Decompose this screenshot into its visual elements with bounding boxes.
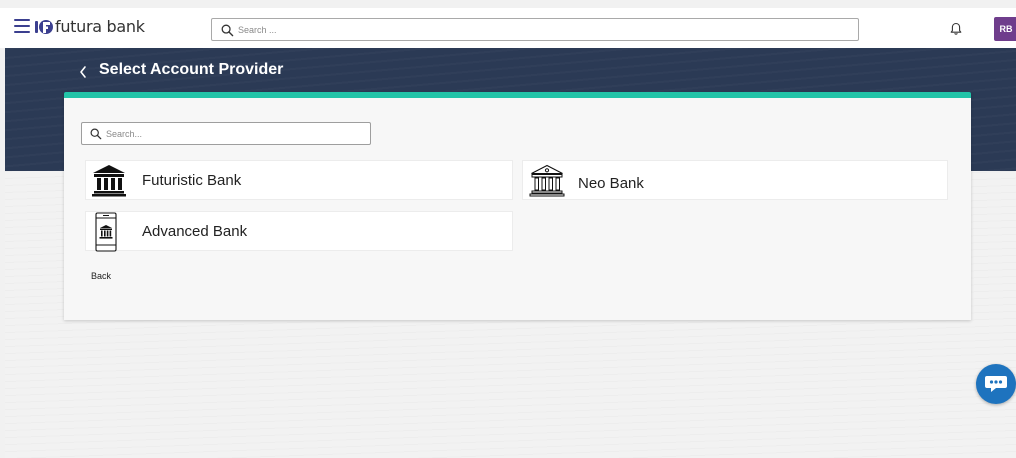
brand-name: futura bank xyxy=(55,17,145,36)
provider-label: Advanced Bank xyxy=(142,223,248,240)
hamburger-menu-icon[interactable] xyxy=(14,19,30,33)
search-icon xyxy=(90,128,102,140)
top-header: futura bank RB xyxy=(0,8,1016,48)
global-search[interactable] xyxy=(211,18,859,41)
provider-advanced-bank[interactable]: Advanced Bank xyxy=(85,211,513,252)
chat-assistant-button[interactable] xyxy=(976,364,1016,404)
chat-bubble-icon xyxy=(985,376,1007,392)
account-provider-card: Futuristic Bank Neo Bank xyxy=(64,92,971,320)
provider-neo-bank[interactable]: Neo Bank xyxy=(522,160,948,200)
back-button[interactable]: Back xyxy=(91,271,111,281)
mobile-bank-icon xyxy=(95,212,117,252)
global-search-input[interactable] xyxy=(238,21,838,38)
provider-label: Futuristic Bank xyxy=(142,172,242,189)
page-title: Select Account Provider xyxy=(99,61,284,78)
user-avatar[interactable]: RB xyxy=(994,17,1016,41)
back-chevron-icon[interactable] xyxy=(78,65,88,79)
bank-building-solid-icon xyxy=(92,165,126,197)
provider-search[interactable] xyxy=(81,122,371,145)
bank-building-outline-icon xyxy=(529,164,565,197)
futura-bank-logo-icon xyxy=(35,20,53,34)
provider-label: Neo Bank xyxy=(578,175,644,192)
notification-bell-icon[interactable] xyxy=(949,22,963,36)
provider-search-input[interactable] xyxy=(106,125,361,142)
provider-futuristic-bank[interactable]: Futuristic Bank xyxy=(85,160,513,200)
search-icon xyxy=(221,24,234,37)
